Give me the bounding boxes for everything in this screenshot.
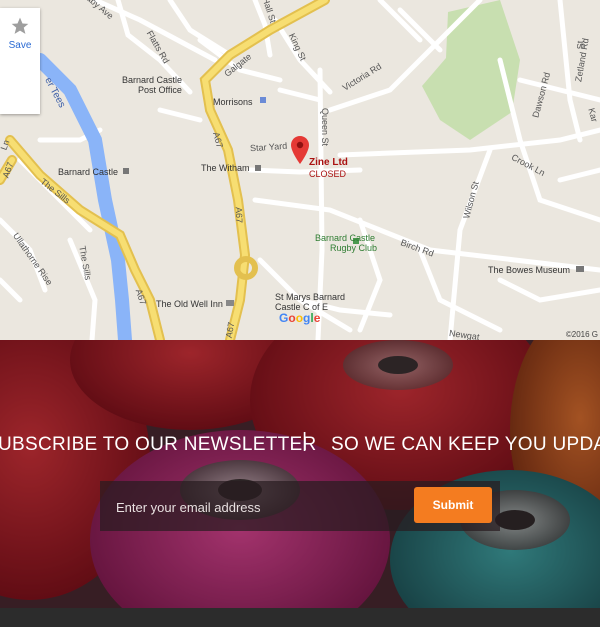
save-place-card[interactable]: Save — [0, 8, 40, 114]
road-a67-mid: A67 — [233, 206, 245, 224]
place-the-witham: The Witham — [201, 163, 250, 173]
map-copyright: ©2016 G — [565, 330, 598, 339]
place-rugby-club-line2: Rugby Club — [330, 243, 378, 253]
place-post-office-line1: Barnard Castle — [122, 75, 183, 85]
place-st-marys-line1: St Marys Barnard — [275, 292, 346, 302]
map-pin-icon[interactable] — [291, 136, 309, 164]
location-map[interactable]: Save Barnard Castle Post Office Morrison… — [0, 0, 600, 340]
newsletter-section: UBSCRIBE TO OUR NEWSLETTER | SO WE CAN K… — [0, 340, 600, 608]
save-label: Save — [8, 40, 32, 51]
place-bowes-museum: The Bowes Museum — [488, 265, 571, 275]
road-st-right: St — [575, 40, 586, 50]
star-icon — [11, 17, 29, 34]
email-field[interactable] — [114, 489, 408, 525]
submit-button[interactable]: Submit — [414, 487, 492, 523]
google-logo-letter: e — [313, 311, 321, 325]
google-logo-letter: o — [295, 311, 304, 325]
footer-strip — [0, 608, 600, 627]
business-status: CLOSED — [309, 169, 347, 179]
business-name[interactable]: Zine Ltd — [309, 158, 348, 168]
place-barnard-castle: Barnard Castle — [58, 167, 119, 177]
newsletter-form: Submit — [100, 481, 500, 531]
place-morrisons: Morrisons — [213, 97, 253, 107]
google-logo: Google — [279, 311, 320, 325]
place-post-office-line2: Post Office — [138, 85, 182, 95]
newsletter-title-separator: | — [302, 430, 308, 452]
newsletter-title-left: UBSCRIBE TO OUR NEWSLETTER — [0, 434, 317, 455]
spray-cans-background — [0, 340, 600, 608]
newsletter-title-right: SO WE CAN KEEP YOU UPDATE — [331, 434, 600, 455]
google-logo-letter: o — [288, 311, 296, 325]
google-logo-letter: G — [279, 311, 289, 325]
place-rugby-club-line1: Barnard Castle — [315, 233, 376, 243]
road-queen-st: Queen St — [320, 107, 331, 147]
place-old-well-inn: The Old Well Inn — [156, 299, 223, 309]
